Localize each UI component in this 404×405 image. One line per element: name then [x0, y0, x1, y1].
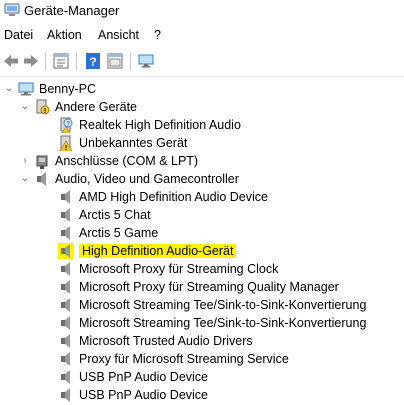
device-label: Microsoft Streaming Tee/Sink-to-Sink-Kon… — [79, 298, 367, 312]
tree-node-audio-device[interactable]: Arctis 5 Game — [58, 224, 158, 242]
tree-node-audio-device[interactable]: AMD High Definition Audio Device — [58, 188, 268, 206]
device-manager-icon — [4, 3, 20, 16]
speaker-icon — [61, 298, 70, 312]
speaker-icon — [61, 352, 70, 366]
tree-node-device[interactable]: ? Realtek High Definition Audio — [58, 116, 241, 134]
speaker-icon — [61, 262, 70, 276]
device-label: Microsoft Trusted Audio Drivers — [79, 334, 253, 348]
tree-node-root[interactable]: ⌄ Benny-PC — [4, 80, 96, 98]
computer-icon — [18, 82, 34, 96]
speaker-icon — [58, 243, 74, 259]
svg-text:!: ! — [65, 145, 67, 151]
menu-datei[interactable]: Datei — [4, 28, 33, 42]
toolbar: ? — [0, 46, 404, 77]
menu-help[interactable]: ? — [154, 28, 161, 42]
device-label: Microsoft Proxy für Streaming Quality Ma… — [79, 280, 339, 294]
svg-text:?: ? — [66, 121, 70, 128]
tree-node-audio[interactable]: ⌄ Audio, Video und Gamecontroller — [20, 170, 239, 188]
device-label: USB PnP Audio Device — [79, 370, 209, 384]
warning-device-icon: ! — [59, 135, 73, 151]
speaker-icon — [61, 334, 70, 348]
tree-node-audio-device[interactable]: Microsoft Proxy für Streaming Clock — [58, 260, 278, 278]
tree-node-audio-device[interactable]: Microsoft Trusted Audio Drivers — [58, 332, 253, 350]
svg-text:?: ? — [89, 55, 96, 69]
device-tree: ⌄ Benny-PC ⌄ ! Andere Geräte ? Realtek H… — [0, 78, 404, 405]
category-label: Anschlüsse (COM & LPT) — [55, 154, 199, 168]
tree-node-audio-device[interactable]: USB PnP Audio Device — [58, 368, 208, 386]
tree-root-label: Benny-PC — [39, 82, 96, 96]
properties-icon[interactable] — [52, 52, 70, 70]
toolbar-separator — [130, 52, 131, 70]
speaker-icon — [61, 226, 70, 240]
tree-node-audio-device[interactable]: USB PnP Audio Device — [58, 386, 208, 404]
chevron-right-icon[interactable]: › — [20, 156, 30, 166]
device-label: AMD High Definition Audio Device — [79, 190, 268, 204]
back-arrow-icon[interactable] — [2, 52, 20, 70]
tree-node-other-devices[interactable]: ⌄ ! Andere Geräte — [20, 98, 137, 116]
monitor-icon[interactable] — [137, 52, 155, 70]
tree-node-audio-device[interactable]: Arctis 5 Chat — [58, 206, 151, 224]
speaker-icon — [61, 208, 70, 222]
device-label: Arctis 5 Game — [79, 226, 159, 240]
tree-node-ports[interactable]: › Anschlüsse (COM & LPT) — [20, 152, 198, 170]
title-bar: Geräte-Manager — [0, 0, 404, 22]
device-label: USB PnP Audio Device — [79, 388, 209, 402]
device-label: Arctis 5 Chat — [79, 208, 151, 222]
device-label: Microsoft Streaming Tee/Sink-to-Sink-Kon… — [79, 316, 367, 330]
device-label: Realtek High Definition Audio — [79, 118, 241, 132]
forward-arrow-icon[interactable] — [22, 52, 40, 70]
window-title: Geräte-Manager — [24, 3, 120, 18]
device-label: Microsoft Proxy für Streaming Clock — [79, 262, 279, 276]
tree-node-audio-device[interactable]: Microsoft Streaming Tee/Sink-to-Sink-Kon… — [58, 296, 366, 314]
chevron-down-icon[interactable]: ⌄ — [20, 174, 30, 184]
unknown-device-icon: ? — [60, 117, 73, 133]
speaker-icon — [61, 190, 70, 204]
chevron-down-icon[interactable]: ⌄ — [4, 84, 14, 94]
menu-aktion[interactable]: Aktion — [47, 28, 82, 42]
device-label-highlighted: High Definition Audio-Gerät — [79, 244, 237, 258]
menu-ansicht[interactable]: Ansicht — [98, 28, 139, 42]
tree-node-audio-device[interactable]: Microsoft Streaming Tee/Sink-to-Sink-Kon… — [58, 314, 366, 332]
device-label: Unbekanntes Gerät — [79, 136, 188, 150]
svg-text:!: ! — [44, 108, 46, 115]
speaker-icon — [61, 388, 70, 402]
toolbar-separator — [76, 52, 77, 70]
tree-node-audio-device[interactable]: Microsoft Proxy für Streaming Quality Ma… — [58, 278, 339, 296]
tree-node-device[interactable]: ! Unbekanntes Gerät — [58, 134, 187, 152]
tree-node-audio-device-highlighted[interactable]: High Definition Audio-Gerät — [58, 242, 237, 260]
help-icon[interactable]: ? — [84, 52, 102, 70]
category-label: Audio, Video und Gamecontroller — [55, 172, 239, 186]
device-label: Proxy für Microsoft Streaming Service — [79, 352, 289, 366]
tree-node-audio-device[interactable]: Proxy für Microsoft Streaming Service — [58, 350, 289, 368]
category-label: Andere Geräte — [55, 100, 137, 114]
chevron-down-icon[interactable]: ⌄ — [20, 102, 30, 112]
toolbar-separator — [45, 52, 46, 70]
view-icon[interactable] — [106, 52, 124, 70]
speaker-icon — [61, 370, 70, 384]
port-icon — [36, 155, 48, 169]
unknown-device-icon: ! — [36, 99, 50, 115]
speaker-icon — [37, 172, 46, 186]
speaker-icon — [61, 280, 70, 294]
menu-bar: Datei Aktion Ansicht ? — [0, 26, 404, 44]
speaker-icon — [61, 316, 70, 330]
